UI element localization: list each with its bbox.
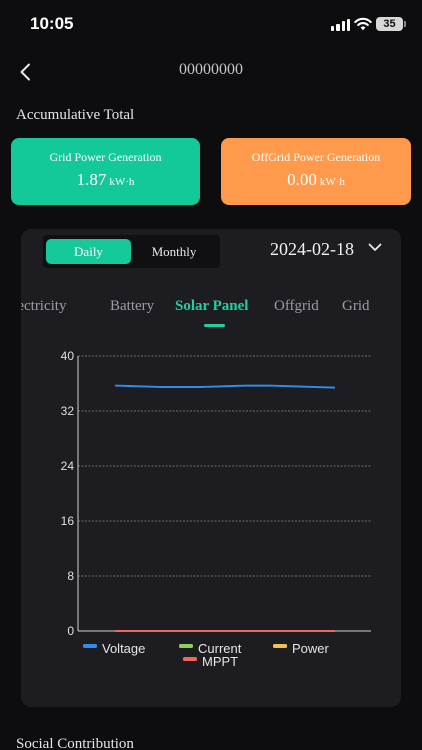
accumulative-total-heading: Accumulative Total: [16, 107, 135, 123]
grid-power-card[interactable]: Grid Power Generation 1.87 kW·h: [11, 138, 200, 205]
social-contribution-heading: Social Contribution: [16, 736, 134, 750]
tab-solar-panel[interactable]: Solar Panel: [175, 298, 248, 315]
tab-electricity[interactable]: Electricity: [21, 298, 66, 315]
y-tick-label: 8: [67, 569, 74, 583]
y-tick-label: 32: [61, 404, 75, 418]
solar-panel-chart: 0816243240Voltage Current PowerMPPT: [61, 349, 371, 669]
legend-swatch-mppt: [183, 657, 197, 661]
offgrid-power-unit: kW·h: [319, 176, 345, 188]
monthly-toggle-button[interactable]: Monthly: [131, 239, 217, 264]
tab-offgrid[interactable]: Offgrid: [274, 298, 319, 315]
active-tab-indicator: [204, 324, 225, 327]
battery-tip: [404, 21, 406, 27]
series-line-voltage: [114, 384, 336, 389]
offgrid-power-label: OffGrid Power Generation: [251, 150, 381, 164]
legend-label-mppt: MPPT: [202, 654, 238, 669]
offgrid-power-card[interactable]: OffGrid Power Generation 0.00 kW·h: [221, 138, 411, 205]
date-selector-value[interactable]: 2024-02-18: [270, 239, 354, 260]
chart-panel: Daily Monthly 2024-02-18 Electricity Bat…: [21, 229, 401, 707]
tab-battery[interactable]: Battery: [110, 298, 154, 315]
legend-swatch-voltage: [83, 644, 97, 648]
grid-power-value-line: 1.87 kW·h: [11, 170, 200, 190]
y-tick-label: 24: [61, 459, 75, 473]
chevron-down-icon[interactable]: [368, 243, 382, 252]
category-tabs: Electricity Battery Solar Panel Offgrid …: [21, 294, 401, 330]
y-tick-label: 40: [61, 349, 75, 363]
y-tick-label: 0: [67, 624, 74, 638]
battery-icon: 35: [376, 17, 403, 31]
offgrid-power-value-line: 0.00 kW·h: [221, 170, 411, 190]
period-toggle: Daily Monthly: [43, 235, 220, 268]
daily-toggle-button[interactable]: Daily: [46, 239, 131, 264]
offgrid-power-value: 0.00: [287, 170, 317, 189]
page-title: 00000000: [179, 61, 243, 78]
legend-swatch-current: [179, 644, 193, 648]
legend-swatch-power: [273, 644, 287, 648]
legend-label-power: Power: [292, 641, 330, 656]
status-bar: 10:05 35: [0, 0, 422, 48]
cellular-signal-icon: [331, 18, 351, 31]
tab-grid[interactable]: Grid: [342, 298, 370, 315]
grid-power-label: Grid Power Generation: [49, 150, 162, 164]
status-time: 10:05: [30, 14, 74, 33]
legend-label-voltage: Voltage: [102, 641, 145, 656]
wifi-icon: [354, 17, 372, 31]
y-tick-label: 16: [61, 514, 75, 528]
grid-power-value: 1.87: [76, 170, 107, 189]
grid-power-unit: kW·h: [109, 176, 135, 188]
